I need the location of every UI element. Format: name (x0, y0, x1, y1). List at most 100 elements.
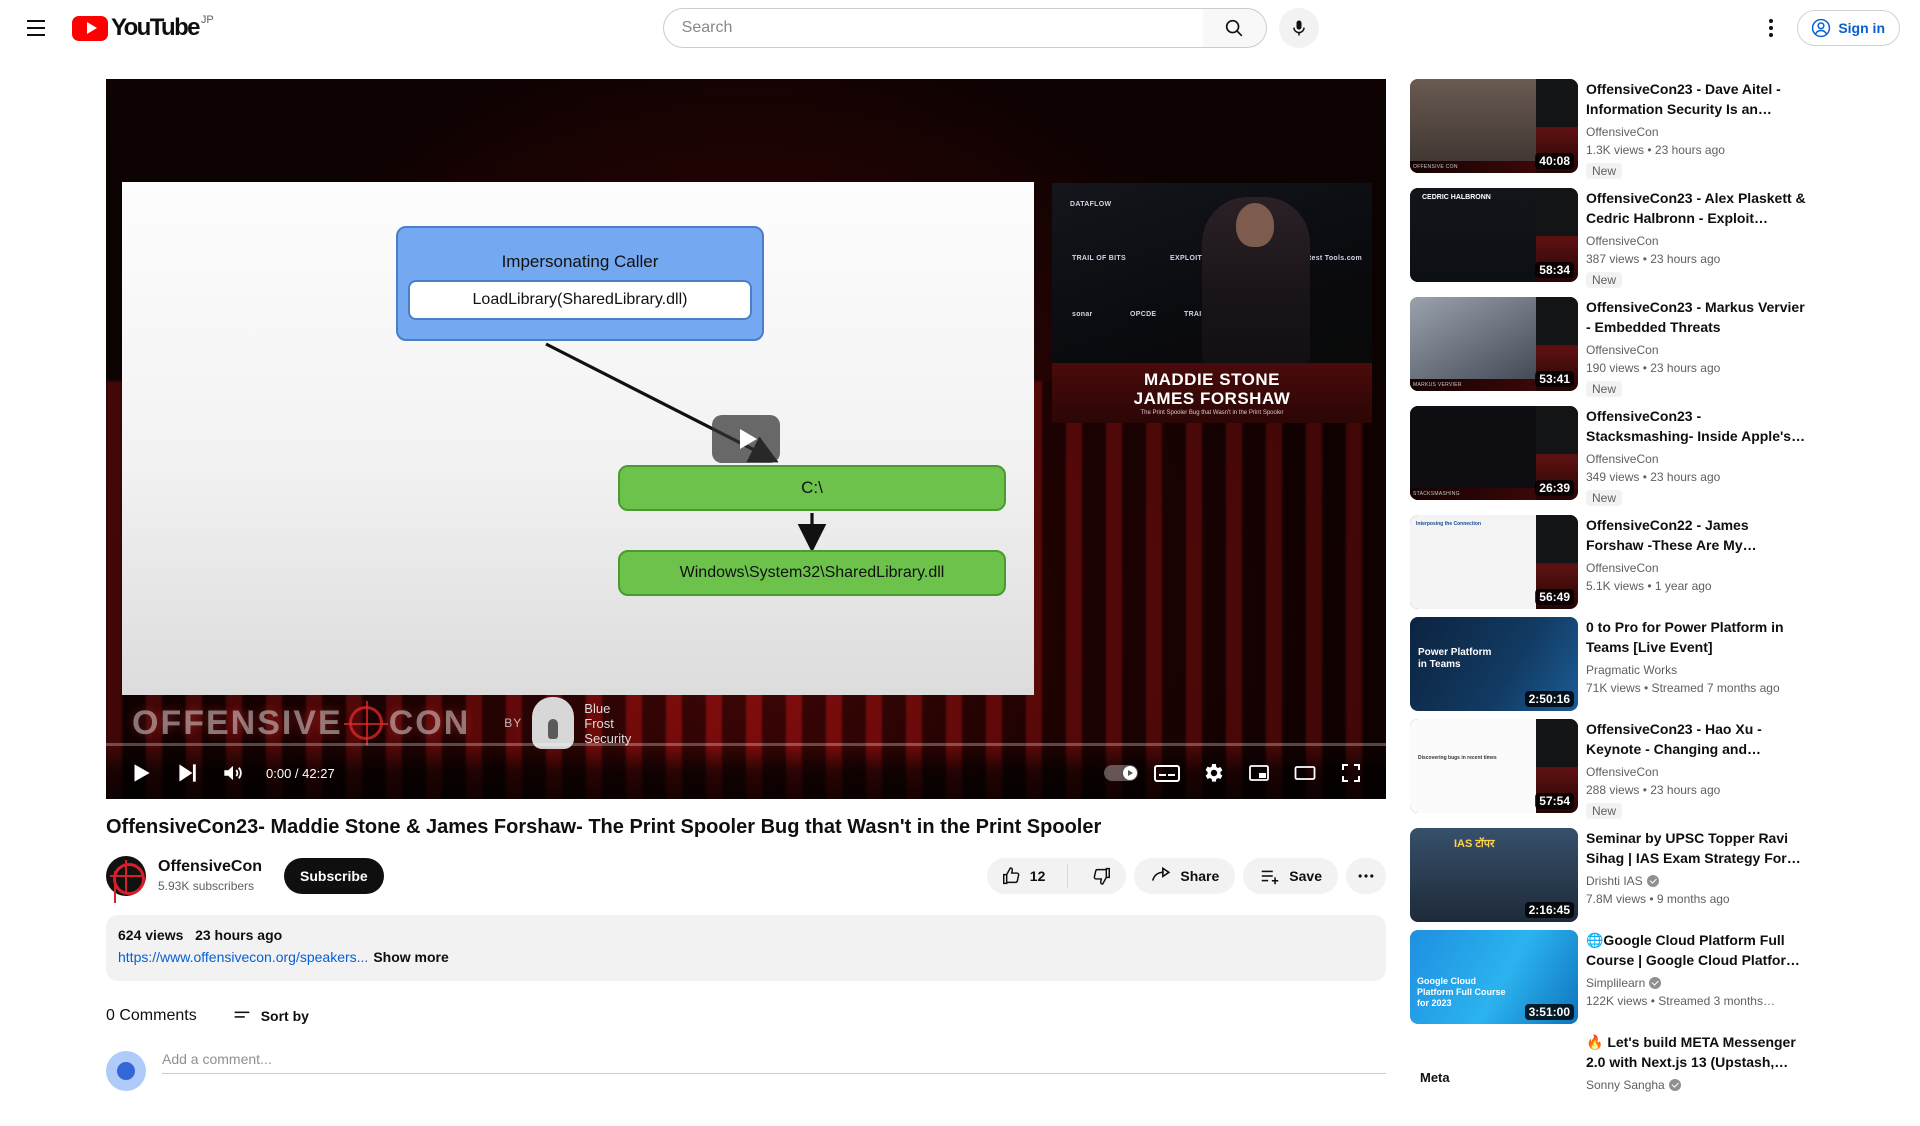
share-label: Share (1180, 868, 1220, 884)
search-button[interactable] (1202, 8, 1267, 48)
recommendation-title: OffensiveCon23 - Stacksmashing- Inside A… (1586, 408, 1806, 444)
view-count: 624 views (118, 927, 184, 943)
save-button[interactable]: Save (1243, 858, 1338, 894)
progress-bar[interactable] (106, 743, 1386, 746)
recommendation-channel[interactable]: OffensiveCon (1586, 123, 1806, 141)
thumbnail[interactable]: Meta (1410, 1032, 1578, 1126)
autoplay-toggle[interactable] (1098, 755, 1144, 791)
channel-avatar[interactable] (106, 856, 146, 896)
theater-mode-button[interactable] (1282, 755, 1328, 791)
subtitles-button[interactable] (1144, 755, 1190, 791)
recommendation-channel[interactable]: Pragmatic Works (1586, 661, 1806, 679)
settings-button[interactable] (1190, 755, 1236, 791)
comments-header: 0 Comments Sort by (106, 1005, 1386, 1027)
sponsor-logo-trailofbits: TRAIL OF BITS (1072, 255, 1126, 262)
thumbnail[interactable]: STACKSMASHING 26:39 (1410, 406, 1578, 500)
thumbs-down-icon (1093, 867, 1111, 885)
diagram-caller-call: LoadLibrary(SharedLibrary.dll) (408, 279, 752, 320)
large-play-button[interactable] (712, 415, 780, 463)
video-player[interactable]: Impersonating Caller LoadLibrary(SharedL… (106, 79, 1386, 799)
thumbnail[interactable]: OFFENSIVE CON 40:08 (1410, 79, 1578, 173)
recommendation-stats: 190 views • 23 hours ago (1586, 361, 1721, 375)
recommendation-channel[interactable]: OffensiveCon (1586, 341, 1806, 359)
description-link[interactable]: https://www.offensivecon.org/speakers... (118, 949, 368, 965)
voice-search-button[interactable] (1278, 8, 1319, 48)
search-input[interactable]: Search (662, 8, 1203, 48)
description-body: https://www.offensivecon.org/speakers...… (118, 947, 1374, 967)
recommendation-channel[interactable]: OffensiveCon (1586, 232, 1806, 250)
comments-count: 0 Comments (106, 1007, 197, 1024)
more-vertical-icon[interactable] (1751, 8, 1791, 48)
recommendation-channel[interactable]: Drishti IAS (1586, 872, 1806, 890)
recommendation-item[interactable]: Google Cloud Platform Full Course for 20… (1410, 930, 1812, 1024)
recommendation-item[interactable]: MARKUS VERVIER 53:41 OffensiveCon23 - Ma… (1410, 297, 1812, 398)
channel-label: OffensiveCon (1586, 452, 1659, 466)
video-duration: 57:54 (1535, 793, 1574, 809)
recommendation-channel[interactable]: OffensiveCon (1586, 450, 1806, 468)
video-action-buttons: 12 Share Save (986, 858, 1386, 894)
new-badge: New (1586, 272, 1623, 288)
thumbnail-art (1410, 188, 1536, 282)
recommendation-item[interactable]: CEDRIC HALBRONN 58:34 OffensiveCon23 - A… (1410, 188, 1812, 289)
thumbnail-pip (1536, 79, 1578, 127)
recommendation-channel[interactable]: OffensiveCon (1586, 559, 1806, 577)
hamburger-menu-icon[interactable] (16, 8, 56, 48)
thumbnail[interactable]: Power Platform in Teams 2:50:16 (1410, 617, 1578, 711)
subscribe-button[interactable]: Subscribe (284, 858, 384, 894)
recommendation-item[interactable]: Meta 🔥 Let's build META Messenger 2.0 wi… (1410, 1032, 1812, 1126)
recommendation-channel[interactable]: Sonny Sangha (1586, 1076, 1806, 1094)
bluefrost-line1: Blue (584, 700, 611, 716)
thumbnail[interactable]: MARKUS VERVIER 53:41 (1410, 297, 1578, 391)
video-description-box[interactable]: 624 views 23 hours ago https://www.offen… (106, 915, 1386, 981)
youtube-logo[interactable]: YouTube JP (72, 14, 214, 41)
recommendation-item[interactable]: IAS टॉपर 2:16:45 Seminar by UPSC Topper … (1410, 828, 1812, 922)
speaker-name-band: MADDIE STONE JAMES FORSHAW The Print Spo… (1052, 363, 1372, 423)
recommendation-item[interactable]: Interposing the Connection 56:49 Offensi… (1410, 515, 1812, 609)
more-actions-button[interactable] (1346, 858, 1386, 894)
channel-name[interactable]: OffensiveCon (158, 857, 262, 877)
thumbnail[interactable]: CEDRIC HALBRONN 58:34 (1410, 188, 1578, 282)
recommendation-item[interactable]: OFFENSIVE CON 40:08 OffensiveCon23 - Dav… (1410, 79, 1812, 180)
video-owner-row: OffensiveCon 5.93K subscribers Subscribe… (106, 853, 1386, 899)
masthead: YouTube JP Search Sign in (0, 0, 1920, 56)
miniplayer-button[interactable] (1236, 755, 1282, 791)
show-more-button[interactable]: Show more (373, 949, 448, 965)
channel-label: OffensiveCon (1586, 234, 1659, 248)
gear-icon (1205, 764, 1223, 782)
microphone-icon (1292, 20, 1305, 36)
search-placeholder: Search (681, 19, 733, 36)
thumbnail-caption: Discovering bugs in recent times (1418, 755, 1497, 761)
recommendation-item[interactable]: Discovering bugs in recent times 57:54 O… (1410, 719, 1812, 820)
recommendation-title: 🔥 Let's build META Messenger 2.0 with Ne… (1586, 1034, 1796, 1070)
thumbnail[interactable]: IAS टॉपर 2:16:45 (1410, 828, 1578, 922)
share-button[interactable]: Share (1134, 858, 1236, 894)
thumbnail-art (1410, 719, 1536, 813)
like-button[interactable]: 12 (987, 858, 1060, 894)
sign-in-button[interactable]: Sign in (1797, 10, 1900, 46)
thumbnail-caption: Meta (1420, 1070, 1450, 1085)
sort-comments-button[interactable]: Sort by (231, 1005, 309, 1027)
recommendation-channel[interactable]: Simplilearn (1586, 974, 1806, 992)
recommendation-channel[interactable]: OffensiveCon (1586, 763, 1806, 781)
thumbnail[interactable]: Google Cloud Platform Full Course for 20… (1410, 930, 1578, 1024)
thumbnail-caption: Google Cloud Platform Full Course for 20… (1417, 976, 1506, 1008)
thumbnail-pip (1536, 515, 1578, 563)
thumbnail[interactable]: Discovering bugs in recent times 57:54 (1410, 719, 1578, 813)
next-track-icon (179, 764, 196, 782)
play-button[interactable] (118, 755, 164, 791)
recommendation-item[interactable]: Power Platform in Teams 2:50:16 0 to Pro… (1410, 617, 1812, 711)
recommendation-stats: 7.8M views • 9 months ago (1586, 892, 1730, 906)
time-display: 0:00 / 42:27 (266, 765, 335, 781)
thumbnail-art (1410, 515, 1536, 609)
thumbnail-caption: IAS टॉपर (1454, 838, 1495, 850)
next-video-button[interactable] (164, 755, 210, 791)
volume-button[interactable] (210, 755, 256, 791)
fullscreen-button[interactable] (1328, 755, 1374, 791)
recommendation-item[interactable]: STACKSMASHING 26:39 OffensiveCon23 - Sta… (1410, 406, 1812, 507)
thumbnail-caption: Power Platform in Teams (1418, 647, 1492, 670)
player-control-bar: 0:00 / 42:27 (106, 743, 1386, 799)
comment-input[interactable]: Add a comment... (162, 1051, 1386, 1074)
thumbnail[interactable]: Interposing the Connection 56:49 (1410, 515, 1578, 609)
recommendation-title: OffensiveCon23 - Hao Xu - Keynote - Chan… (1586, 721, 1762, 757)
dislike-button[interactable] (1076, 858, 1126, 894)
